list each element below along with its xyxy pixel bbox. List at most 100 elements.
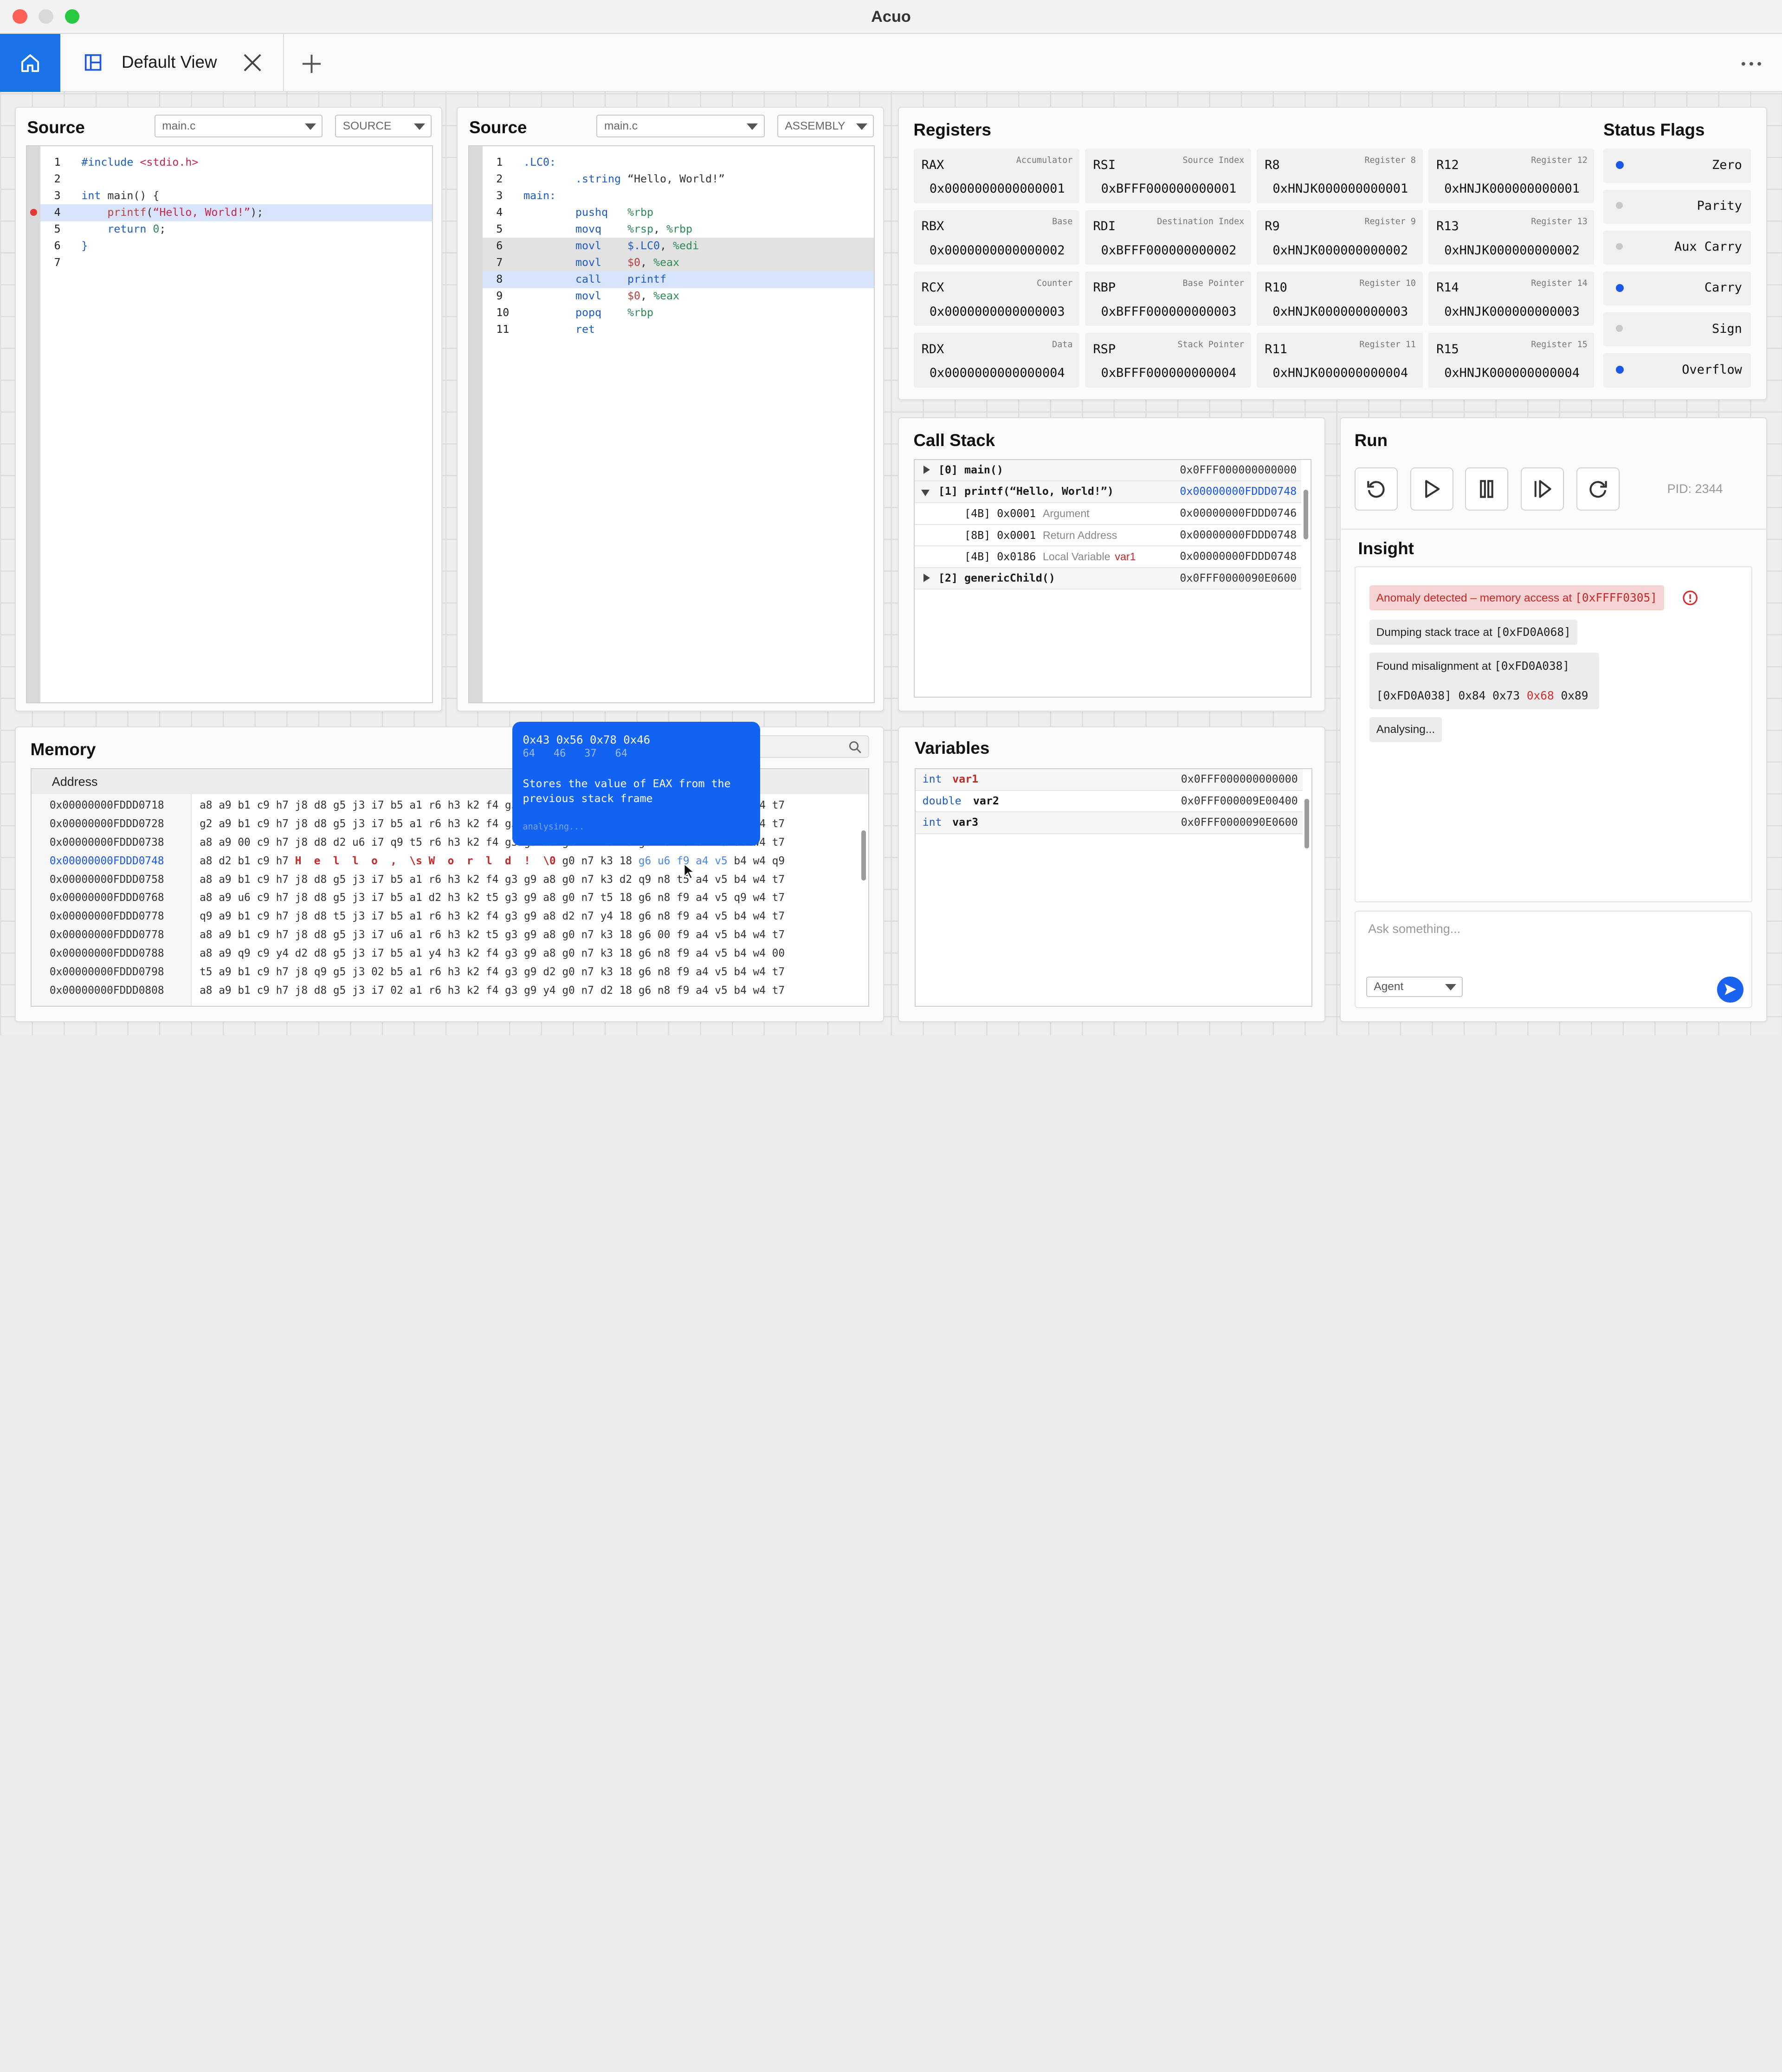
stack-frame-row[interactable]: [1] printf(“Hello, World!”) 0x00000000FDD… <box>914 481 1302 503</box>
memory-bytes[interactable]: t5 a9 b1 c9 h7 j8 q9 g5 j3 02 b5 a1 r6 h… <box>200 963 785 981</box>
stack-frame-row[interactable]: [0] main() 0x0FFF000000000000 <box>914 460 1302 482</box>
register-card[interactable]: RDX Data 0x0000000000000004 <box>913 333 1080 388</box>
file-select[interactable]: main.c <box>154 114 323 137</box>
code-line[interactable]: 5 movq %rsp, %rbp <box>483 221 874 238</box>
home-button[interactable] <box>0 34 60 92</box>
code-line[interactable]: 2 <box>40 171 432 188</box>
register-card[interactable]: RBP Base Pointer 0xBFFF000000000003 <box>1085 271 1251 326</box>
code-line[interactable]: 3 main: <box>483 188 874 205</box>
chevron-down-icon[interactable] <box>921 489 930 496</box>
code-line[interactable]: 5 return 0; <box>40 221 432 238</box>
status-flag[interactable]: Parity <box>1603 189 1751 224</box>
memory-row[interactable]: 0x00000000FDDD0758 a8 a9 b1 c9 h7 j8 d8 g… <box>32 871 868 889</box>
memory-address[interactable]: 0x00000000FDDD0778 <box>50 926 164 944</box>
stack-entry-row[interactable]: [8B] 0x0001 Return Address 0x00000000FDDD0… <box>914 525 1302 547</box>
register-card[interactable]: R10 Register 10 0xHNJK000000000003 <box>1257 271 1423 326</box>
memory-search-input[interactable] <box>754 735 870 758</box>
register-card[interactable]: R9 Register 9 0xHNJK000000000002 <box>1257 210 1423 265</box>
anomaly-alert[interactable]: Anomaly detected – memory access at [0xF… <box>1369 585 1664 611</box>
tab-default-view[interactable]: Default View <box>60 34 283 92</box>
variable-row[interactable]: int var1 0x0FFF000000000000 <box>915 769 1303 791</box>
alert-icon[interactable] <box>1682 590 1698 606</box>
frame-address[interactable]: 0x00000000FDDD0748 <box>1180 481 1297 502</box>
variable-row[interactable]: int var3 0x0FFF0000090E0600 <box>915 812 1303 834</box>
memory-bytes[interactable]: a8 a9 q9 c9 y4 d2 d8 g5 j3 i7 b5 a1 y4 h… <box>200 945 785 963</box>
breakpoint-icon[interactable] <box>30 208 37 216</box>
memory-row[interactable]: 0x00000000FDDD0808 a8 a9 b1 c9 h7 j8 d8 g… <box>32 982 868 1000</box>
memory-row[interactable]: 0x00000000FDDD0778 a8 a9 b1 c9 h7 j8 d8 g… <box>32 926 868 945</box>
memory-address[interactable]: 0x00000000FDDD0748 <box>50 852 164 870</box>
memory-row[interactable]: 0x00000000FDDD0778 q9 a9 b1 c9 h7 j8 d8 t… <box>32 907 868 926</box>
code-line[interactable]: 1 #include <stdio.h> <box>40 154 432 171</box>
register-card[interactable]: R11 Register 11 0xHNJK000000000004 <box>1257 333 1423 388</box>
code-line[interactable]: 11 ret <box>483 321 874 338</box>
variable-row[interactable]: double var2 0x0FFF000009E00400 <box>915 791 1303 813</box>
register-card[interactable]: RAX Accumulator 0x0000000000000001 <box>913 149 1080 203</box>
more-options-icon[interactable] <box>1739 52 1764 75</box>
code-line[interactable]: 2 .string “Hello, World!” <box>483 171 874 188</box>
agent-select[interactable]: Agent <box>1366 976 1463 997</box>
frame-address[interactable]: 0x00000000FDDD0746 <box>1180 503 1297 524</box>
memory-address[interactable]: 0x00000000FDDD0758 <box>50 871 164 889</box>
memory-bytes[interactable]: a8 a9 u6 c9 h7 j8 d8 g5 j3 i7 b5 a1 d2 h… <box>200 889 785 907</box>
restart-button[interactable] <box>1355 467 1398 511</box>
view-mode-select[interactable]: ASSEMBLY <box>777 114 874 137</box>
pause-button[interactable] <box>1465 467 1508 511</box>
stack-entry-row[interactable]: [4B] 0x0001 Argument 0x00000000FDDD0746 <box>914 503 1302 525</box>
register-card[interactable]: RSI Source Index 0xBFFF000000000001 <box>1085 149 1251 203</box>
new-tab-icon[interactable] <box>300 52 323 75</box>
view-mode-select[interactable]: SOURCE <box>335 114 432 137</box>
register-card[interactable]: R15 Register 15 0xHNJK000000000004 <box>1428 333 1595 388</box>
code-line[interactable]: 4 printf(“Hello, World!”); <box>40 204 432 221</box>
chevron-right-icon[interactable] <box>923 573 930 582</box>
code-line[interactable]: 6} <box>40 238 432 255</box>
status-flag[interactable]: Sign <box>1603 312 1751 347</box>
memory-row[interactable]: 0x00000000FDDD0798 t5 a9 b1 c9 h7 j8 q9 g… <box>32 963 868 982</box>
insight-message[interactable]: Dumping stack trace at [0xFD0A068] <box>1369 619 1578 645</box>
register-card[interactable]: RSP Stack Pointer 0xBFFF000000000004 <box>1085 333 1251 388</box>
memory-address[interactable]: 0x00000000FDDD0808 <box>50 982 164 1000</box>
memory-row[interactable]: 0x00000000FDDD0788 a8 a9 q9 c9 y4 d2 d8 g… <box>32 945 868 963</box>
source-code-editor[interactable]: 1 #include <stdio.h> 2 3 int main() {4 print… <box>26 145 433 704</box>
play-button[interactable] <box>1410 467 1454 511</box>
step-forward-button[interactable] <box>1520 467 1564 511</box>
register-card[interactable]: R14 Register 14 0xHNJK000000000003 <box>1428 271 1595 326</box>
code-line[interactable]: 8 call printf <box>482 271 874 288</box>
memory-bytes[interactable]: a8 d2 b1 c9 h7 H e l l o , \s W o r l d … <box>200 852 785 870</box>
code-line[interactable]: 3 int main() { <box>40 188 432 205</box>
memory-address[interactable]: 0x00000000FDDD0798 <box>50 963 164 981</box>
close-tab-icon[interactable] <box>242 52 263 73</box>
memory-address[interactable]: 0x00000000FDDD0728 <box>50 815 164 833</box>
memory-address[interactable]: 0x00000000FDDD0788 <box>50 945 164 963</box>
code-line[interactable]: 4 pushq %rbp <box>483 204 874 221</box>
memory-address[interactable]: 0x00000000FDDD0718 <box>50 796 164 815</box>
register-card[interactable]: RBX Base 0x0000000000000002 <box>913 210 1080 265</box>
stack-frame-row[interactable]: [2] genericChild() 0x0FFF0000090E0600 <box>914 568 1302 590</box>
code-line[interactable]: 10 popq %rbp <box>483 304 874 322</box>
register-card[interactable]: RCX Counter 0x0000000000000003 <box>913 271 1080 326</box>
reload-button[interactable] <box>1576 467 1620 511</box>
chevron-right-icon[interactable] <box>923 466 930 474</box>
frame-address[interactable]: 0x00000000FDDD0748 <box>1180 546 1297 567</box>
scrollbar[interactable] <box>1304 798 1310 849</box>
scrollbar[interactable] <box>1304 489 1308 540</box>
memory-row[interactable]: 0x00000000FDDD0748 a8 d2 b1 c9 h7 H e l l… <box>32 852 868 871</box>
memory-address[interactable]: 0x00000000FDDD0738 <box>50 834 164 852</box>
status-flag[interactable]: Zero <box>1603 149 1751 183</box>
send-button[interactable] <box>1717 976 1743 1003</box>
code-line[interactable]: 9 movl $0, %eax <box>483 288 874 305</box>
register-card[interactable]: R12 Register 12 0xHNJK000000000001 <box>1428 149 1595 203</box>
memory-row[interactable]: 0x00000000FDDD0768 a8 a9 u6 c9 h7 j8 d8 g… <box>32 889 868 907</box>
status-flag[interactable]: Carry <box>1603 271 1751 306</box>
memory-bytes[interactable]: a8 a9 b1 c9 h7 j8 d8 g5 j3 i7 02 a1 r6 h… <box>200 982 785 1000</box>
status-flag[interactable]: Aux Carry <box>1603 230 1751 265</box>
frame-address[interactable]: 0x00000000FDDD0748 <box>1180 525 1297 545</box>
frame-address[interactable]: 0x0FFF0000090E0600 <box>1180 568 1297 589</box>
file-select[interactable]: main.c <box>596 114 765 137</box>
memory-address[interactable]: 0x00000000FDDD0778 <box>50 907 164 926</box>
code-line[interactable]: 1 .LC0: <box>483 154 874 171</box>
status-flag[interactable]: Overflow <box>1603 353 1751 388</box>
register-card[interactable]: R8 Register 8 0xHNJK000000000001 <box>1257 149 1423 203</box>
code-line[interactable]: 7 <box>40 254 432 272</box>
memory-bytes[interactable]: a8 a9 b1 c9 h7 j8 d8 g5 j3 i7 u6 a1 r6 h… <box>200 926 785 944</box>
